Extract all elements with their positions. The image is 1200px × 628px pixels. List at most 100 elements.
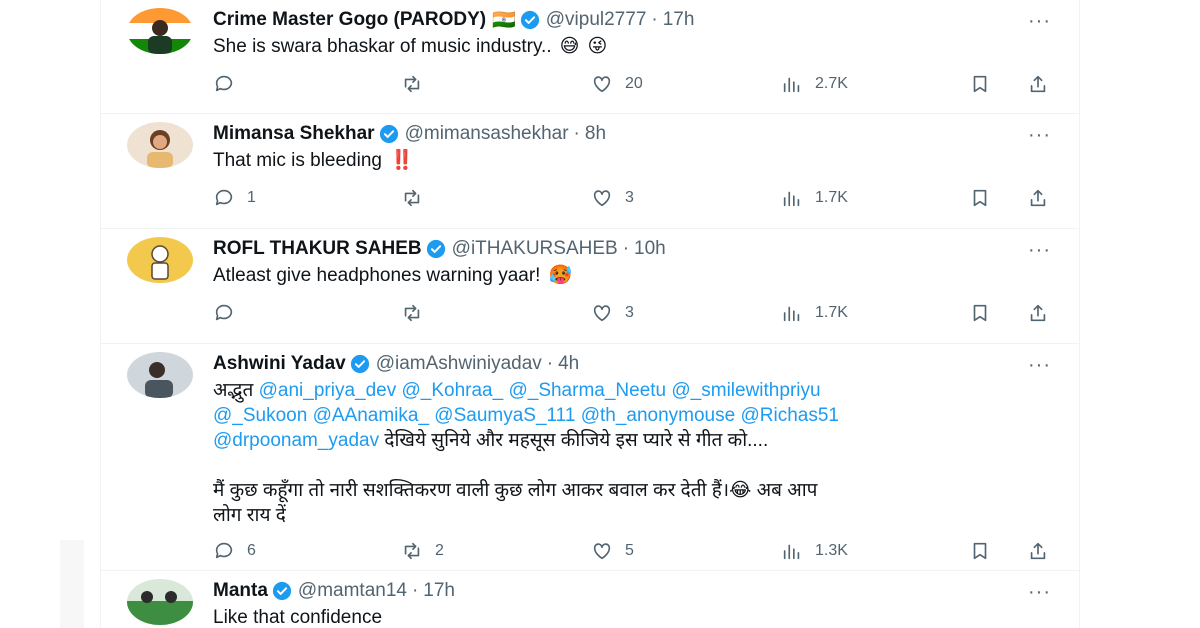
views-icon xyxy=(783,544,800,560)
avatar[interactable] xyxy=(127,122,193,168)
share-button[interactable] xyxy=(1027,187,1049,209)
like-icon xyxy=(593,76,611,93)
separator-dot: · xyxy=(546,353,554,374)
handle[interactable]: @mimansashekhar xyxy=(405,123,569,145)
views-icon xyxy=(783,191,800,207)
more-icon[interactable]: ··· xyxy=(1028,581,1051,604)
like-button[interactable]: 5 xyxy=(591,540,634,562)
tweet-text: Atleast give headphones warning yaar! 🥵 xyxy=(213,265,573,286)
emoji: ‼️ xyxy=(389,150,414,171)
like-button[interactable]: 20 xyxy=(591,73,643,95)
emoji: 😂 xyxy=(729,480,752,501)
separator-dot: · xyxy=(651,9,658,30)
retweet-icon xyxy=(404,304,420,322)
more-icon[interactable]: ··· xyxy=(1028,10,1051,33)
avatar[interactable] xyxy=(127,237,193,283)
mention-link[interactable]: @drpoonam_yadav xyxy=(213,430,379,451)
share-button[interactable] xyxy=(1027,302,1049,324)
handle[interactable]: @vipul2777 xyxy=(546,9,647,31)
reply-icon xyxy=(215,189,233,206)
display-name[interactable]: Mimansa Shekhar xyxy=(213,123,375,145)
bookmark-button[interactable] xyxy=(969,302,991,324)
reply-icon xyxy=(215,542,233,559)
display-name[interactable]: Crime Master Gogo (PARODY) xyxy=(213,9,486,31)
more-icon[interactable]: ··· xyxy=(1028,239,1051,262)
bookmark-icon xyxy=(973,304,987,322)
views-button[interactable]: 1.3K xyxy=(781,540,848,562)
left-edge-shadow xyxy=(60,540,84,628)
separator-dot: · xyxy=(573,123,580,144)
verified-badge-icon xyxy=(426,239,445,259)
retweet-button[interactable] xyxy=(401,302,435,324)
mention-links[interactable]: @ani_priya_dev @_Kohraa_ @_Sharma_Neetu … xyxy=(259,380,821,401)
verified-badge-icon xyxy=(272,581,291,601)
like-button[interactable]: 3 xyxy=(591,187,634,209)
views-button[interactable]: 2.7K xyxy=(781,73,848,95)
retweet-icon xyxy=(404,542,420,560)
share-button[interactable] xyxy=(1027,73,1049,95)
like-icon xyxy=(593,305,611,322)
reply-button[interactable] xyxy=(213,73,247,95)
bookmark-icon xyxy=(973,542,987,560)
avatar[interactable] xyxy=(127,8,193,54)
mention-links[interactable]: @_Sukoon @AAnamika_ @SaumyaS_111 @th_ano… xyxy=(213,405,839,426)
bookmark-icon xyxy=(973,75,987,93)
views-button[interactable]: 1.7K xyxy=(781,302,848,324)
share-icon xyxy=(1030,304,1046,322)
timestamp[interactable]: 10h xyxy=(634,238,666,260)
share-icon xyxy=(1030,189,1046,207)
avatar[interactable] xyxy=(127,579,193,625)
tweet-text: That mic is bleeding ‼️ xyxy=(213,150,414,171)
views-icon xyxy=(783,77,800,93)
more-icon[interactable]: ··· xyxy=(1028,354,1051,377)
tweet-text: She is swara bhaskar of music industry..… xyxy=(213,36,608,57)
tweet-actions: 6 2 5 1.3K xyxy=(213,532,1063,576)
tweet-actions: 1 3 1.7K xyxy=(213,179,1063,223)
verified-badge-icon xyxy=(350,354,369,374)
verified-badge-icon xyxy=(520,10,539,30)
share-icon xyxy=(1030,75,1046,93)
retweet-button[interactable] xyxy=(401,73,435,95)
tweet-card[interactable]: Crime Master Gogo (PARODY) 🇮🇳 @vipul2777… xyxy=(101,0,1079,114)
share-button[interactable] xyxy=(1027,540,1049,562)
avatar[interactable] xyxy=(127,352,193,398)
display-name[interactable]: Manta xyxy=(213,580,268,602)
handle[interactable]: @iamAshwiniyadav xyxy=(376,353,542,375)
display-name[interactable]: Ashwini Yadav xyxy=(213,353,346,375)
timestamp[interactable]: 8h xyxy=(585,123,606,145)
reply-button[interactable]: 6 xyxy=(213,540,256,562)
timestamp[interactable]: 17h xyxy=(423,580,455,602)
reply-button[interactable]: 1 xyxy=(213,187,256,209)
reply-button[interactable] xyxy=(213,302,247,324)
emoji: 😅 xyxy=(559,36,580,57)
tweet-actions: 20 2.7K xyxy=(213,65,1063,109)
separator-dot: · xyxy=(622,238,630,259)
like-button[interactable]: 3 xyxy=(591,302,634,324)
bookmark-button[interactable] xyxy=(969,540,991,562)
more-icon[interactable]: ··· xyxy=(1028,124,1051,147)
flag-emoji: 🇮🇳 xyxy=(492,10,516,31)
tweet-card[interactable]: Ashwini Yadav @iamAshwiniyadav · 4h ··· … xyxy=(101,344,1079,571)
views-button[interactable]: 1.7K xyxy=(781,187,848,209)
retweet-button[interactable] xyxy=(401,187,435,209)
emoji: 😜 xyxy=(587,36,608,57)
handle[interactable]: @mamtan14 xyxy=(298,580,407,602)
bookmark-icon xyxy=(973,189,987,207)
like-icon xyxy=(593,190,611,207)
bookmark-button[interactable] xyxy=(969,187,991,209)
tweet-card[interactable]: Manta @mamtan14 · 17h ··· Like that conf… xyxy=(101,571,1079,628)
display-name[interactable]: ROFL THAKUR SAHEB xyxy=(213,238,422,260)
tweet-card[interactable]: ROFL THAKUR SAHEB @iTHAKURSAHEB · 10h ··… xyxy=(101,229,1079,344)
retweet-button[interactable]: 2 xyxy=(401,540,444,562)
share-icon xyxy=(1030,542,1046,560)
retweet-icon xyxy=(404,189,420,207)
retweet-icon xyxy=(404,75,420,93)
emoji: 🥵 xyxy=(548,265,573,286)
timestamp[interactable]: 17h xyxy=(663,9,695,31)
tweet-actions: 3 1.7K xyxy=(213,294,1063,338)
bookmark-button[interactable] xyxy=(969,73,991,95)
timestamp[interactable]: 4h xyxy=(558,353,579,375)
handle[interactable]: @iTHAKURSAHEB xyxy=(452,238,618,260)
reply-icon xyxy=(215,304,233,321)
tweet-card[interactable]: Mimansa Shekhar @mimansashekhar · 8h ···… xyxy=(101,114,1079,229)
